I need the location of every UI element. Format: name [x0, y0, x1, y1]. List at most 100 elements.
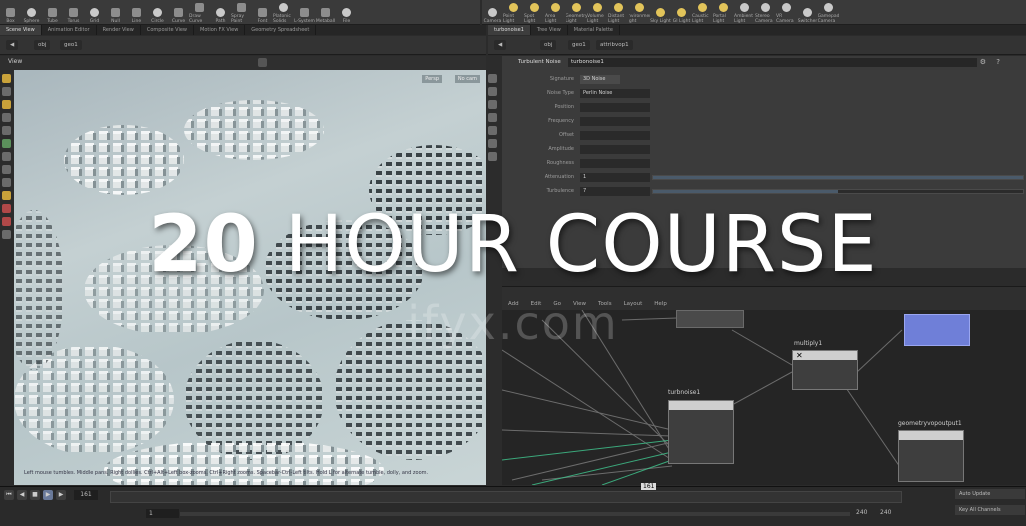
param-field[interactable]: 1	[580, 173, 650, 182]
param-slider[interactable]	[652, 175, 1024, 180]
geo-tool-10[interactable]: Path	[210, 2, 231, 24]
path-sub-right[interactable]: attribvop1	[596, 40, 633, 50]
param-field[interactable]	[580, 117, 650, 126]
light-tool-16[interactable]: Gamepad Camera	[818, 2, 839, 24]
node-turbnoise[interactable]	[668, 400, 734, 464]
light-tool-2[interactable]: Spot Light	[524, 2, 545, 24]
wireframe-icon[interactable]	[488, 100, 497, 109]
path-node[interactable]: obj	[34, 40, 51, 50]
geo-tool-16[interactable]: File	[336, 2, 357, 24]
step-forward-icon[interactable]: ▶	[56, 490, 66, 500]
move-icon[interactable]	[2, 87, 11, 96]
jump-start-icon[interactable]: ⏮	[4, 490, 14, 500]
handle-icon[interactable]	[2, 126, 11, 135]
select-tool-icon[interactable]	[258, 58, 267, 67]
right-tab-0[interactable]: turbonoise1	[488, 25, 531, 35]
geo-tool-9[interactable]: Draw Curve	[189, 2, 210, 24]
play-icon[interactable]: ▶	[43, 490, 53, 500]
light-tool-14[interactable]: VR Camera	[776, 2, 797, 24]
light-tool-0[interactable]: Camera	[482, 2, 503, 24]
left-tab-1[interactable]: Animation Editor	[42, 25, 97, 35]
geo-tool-15[interactable]: Metaball	[315, 2, 336, 24]
param-field[interactable]: Perlin Noise	[580, 89, 650, 98]
param-slider[interactable]	[652, 189, 1024, 194]
right-tab-2[interactable]: Material Palette	[568, 25, 620, 35]
light-tool-1[interactable]: Point Light	[503, 2, 524, 24]
param-field[interactable]	[580, 145, 650, 154]
gear-icon[interactable]: ⚙	[980, 58, 986, 66]
param-field[interactable]	[580, 103, 650, 112]
light-tool-3[interactable]: Area Light	[545, 2, 566, 24]
node-geometryvopoutput[interactable]	[898, 430, 964, 482]
path-geo-right[interactable]: geo1	[568, 40, 590, 50]
node-name-field[interactable]: turbonoise1	[568, 58, 977, 67]
background-icon[interactable]	[488, 152, 497, 161]
pose-icon[interactable]	[2, 139, 11, 148]
geo-tool-13[interactable]: Platonic Solids	[273, 2, 294, 24]
node-multiply[interactable]: ✕	[792, 350, 858, 390]
geo-tool-11[interactable]: Spray Paint	[231, 2, 252, 24]
light-tool-12[interactable]: Ambient Light	[734, 2, 755, 24]
view-icon[interactable]	[2, 152, 11, 161]
camera-button[interactable]: No cam	[454, 75, 480, 83]
geo-tool-6[interactable]: Line	[126, 2, 147, 24]
light-tool-7[interactable]: Environment Light	[629, 2, 650, 24]
geo-tool-8[interactable]: Curve	[168, 2, 189, 24]
end-frame-field-2[interactable]: 240	[880, 509, 891, 516]
scale-icon[interactable]	[2, 113, 11, 122]
brush-icon[interactable]	[2, 191, 11, 200]
frame-marker[interactable]: 161	[641, 483, 657, 490]
geo-tool-3[interactable]: Torus	[63, 2, 84, 24]
light-tool-9[interactable]: GI Light	[671, 2, 692, 24]
light-tool-10[interactable]: Caustic Light	[692, 2, 713, 24]
shading-icon[interactable]	[488, 87, 497, 96]
path-node-right[interactable]: obj	[540, 40, 557, 50]
lock-icon[interactable]	[488, 74, 497, 83]
snap-icon[interactable]	[2, 165, 11, 174]
current-frame-field[interactable]: 161	[74, 490, 98, 500]
back-button[interactable]: ◀	[6, 40, 19, 50]
param-field[interactable]	[580, 131, 650, 140]
light-tool-6[interactable]: Distant Light	[608, 2, 629, 24]
start-frame-field[interactable]: 1	[146, 509, 179, 518]
help-icon[interactable]: ?	[996, 58, 1000, 66]
geo-tool-1[interactable]: Sphere	[21, 2, 42, 24]
stop-icon[interactable]: ■	[30, 490, 40, 500]
geo-tool-7[interactable]: Circle	[147, 2, 168, 24]
range-slider[interactable]	[180, 512, 850, 516]
grid-icon[interactable]	[488, 139, 497, 148]
path-geo[interactable]: geo1	[60, 40, 82, 50]
left-tab-3[interactable]: Composite View	[141, 25, 194, 35]
param-field[interactable]	[580, 159, 650, 168]
select-icon[interactable]	[2, 74, 11, 83]
key-all-channels-button[interactable]: Key All Channels	[955, 505, 1025, 515]
persp-button[interactable]: Persp	[422, 75, 442, 83]
light-tool-8[interactable]: Sky Light	[650, 2, 671, 24]
geo-tool-2[interactable]: Tube	[42, 2, 63, 24]
geo-tool-4[interactable]: Grid	[84, 2, 105, 24]
back-button-right[interactable]: ◀	[494, 40, 507, 50]
light-tool-11[interactable]: Portal Light	[713, 2, 734, 24]
left-tab-4[interactable]: Motion FX View	[194, 25, 246, 35]
param-field[interactable]: 7	[580, 187, 650, 196]
geo-tool-5[interactable]: Null	[105, 2, 126, 24]
light-tool-4[interactable]: Geometry Light	[566, 2, 587, 24]
left-tab-5[interactable]: Geometry Spreadsheet	[245, 25, 317, 35]
paint-icon[interactable]	[2, 178, 11, 187]
geo-tool-12[interactable]: Font	[252, 2, 273, 24]
right-tab-1[interactable]: Tree View	[531, 25, 568, 35]
light-tool-13[interactable]: Stereo Camera	[755, 2, 776, 24]
rotate-icon[interactable]	[2, 100, 11, 109]
param-field[interactable]: 3D Noise	[580, 75, 620, 84]
points-icon[interactable]	[488, 113, 497, 122]
geo-tool-0[interactable]: Box	[0, 2, 21, 24]
left-tab-0[interactable]: Scene View	[0, 25, 42, 35]
auto-update-button[interactable]: Auto Update	[955, 489, 1025, 499]
end-frame-field[interactable]: 240	[856, 509, 867, 516]
left-tab-2[interactable]: Render View	[97, 25, 141, 35]
normals-icon[interactable]	[488, 126, 497, 135]
geo-tool-14[interactable]: L-System	[294, 2, 315, 24]
step-back-icon[interactable]: ◀	[17, 490, 27, 500]
light-tool-15[interactable]: Switcher	[797, 2, 818, 24]
light-tool-5[interactable]: Volume Light	[587, 2, 608, 24]
